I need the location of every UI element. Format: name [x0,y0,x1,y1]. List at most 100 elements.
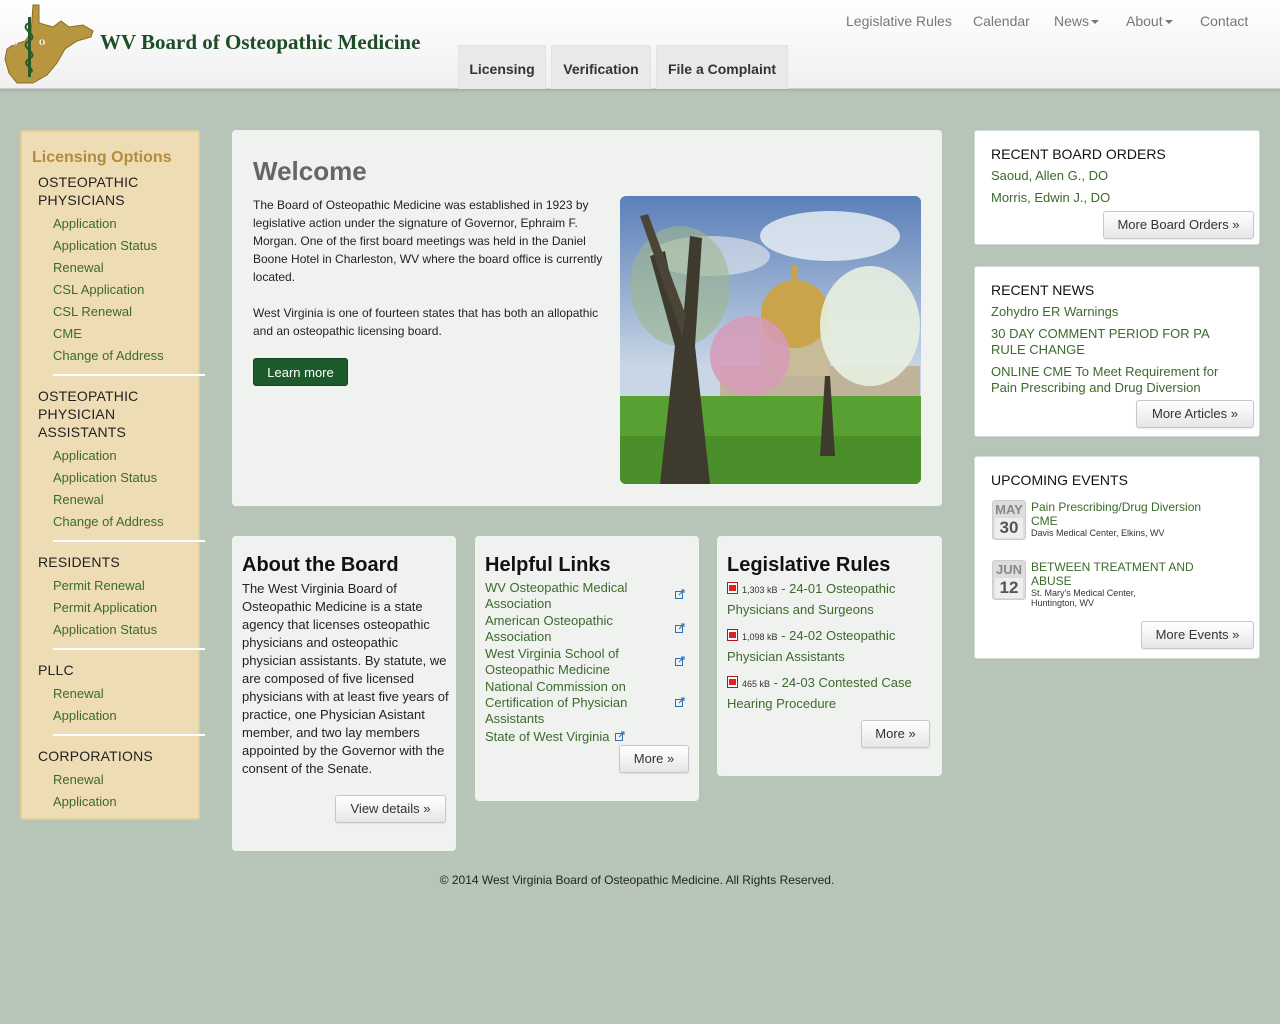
event-date-badge: MAY 30 [992,500,1026,540]
view-details-button[interactable]: View details » [335,795,446,823]
welcome-paragraph-history: The Board of Osteopathic Medicine was es… [253,198,603,284]
footer-copyright: © 2014 West Virginia Board of Osteopathi… [439,873,835,887]
sidebar-link-application-status[interactable]: Application Status [53,621,157,639]
sidebar-heading-osteopathic-physicians: OSTEOPATHIC PHYSICIANS [38,174,139,208]
link-wv-school-of-osteopathic-medicine[interactable]: West Virginia School of Osteopathic Medi… [485,646,655,678]
event-month: MAY [995,502,1023,517]
recent-news-title: RECENT NEWS [991,282,1095,298]
news-link[interactable]: ONLINE CME To Meet Requirement for Pain … [991,364,1231,396]
news-link[interactable]: 30 DAY COMMENT PERIOD FOR PA RULE CHANGE [991,326,1231,358]
tab-licensing[interactable]: Licensing [458,45,546,89]
board-order-link[interactable]: Saoud, Allen G., DO [991,168,1108,184]
event-date-badge: JUN 12 [992,560,1026,600]
sidebar-divider [53,734,205,736]
sidebar-link-renewal[interactable]: Renewal [53,259,104,277]
sidebar-link-application-status[interactable]: Application Status [53,469,157,487]
sidebar-title: Licensing Options [32,149,172,166]
pdf-icon [727,582,738,594]
welcome-panel: Welcome The Board of Osteopathic Medicin… [232,130,942,506]
pdf-icon [727,629,738,641]
event-location: Davis Medical Center, Elkins, WV [1031,528,1165,538]
board-orders-title: RECENT BOARD ORDERS [991,146,1166,162]
link-american-osteopathic-association[interactable]: American Osteopathic Association [485,613,655,645]
sidebar-link-csl-application[interactable]: CSL Application [53,281,144,299]
sidebar-divider [53,540,205,542]
sidebar-heading-physician-assistants: OSTEOPATHIC PHYSICIAN ASSISTANTS [38,388,139,440]
sidebar-link-renewal[interactable]: Renewal [53,685,104,703]
event-title-link[interactable]: Pain Prescribing/Drug Diversion CME [1031,500,1211,528]
sidebar-link-application[interactable]: Application [53,215,117,233]
upcoming-events-title: UPCOMING EVENTS [991,472,1128,488]
nav-calendar[interactable]: Calendar [973,13,1030,29]
capitol-photo [620,196,921,484]
licensing-sidebar: Licensing Options OSTEOPATHIC PHYSICIANS… [20,130,205,820]
rule-item[interactable]: 465 kB - 24-03 Contested Case Hearing Pr… [727,673,927,713]
sidebar-heading-residents: RESIDENTS [38,554,120,570]
nav-contact[interactable]: Contact [1200,13,1248,29]
learn-more-button[interactable]: Learn more [253,358,348,386]
event-title-link[interactable]: BETWEEN TREATMENT AND ABUSE [1031,560,1211,588]
upcoming-events-panel: UPCOMING EVENTS MAY 30 Pain Prescribing/… [974,456,1260,659]
board-order-link[interactable]: Morris, Edwin J., DO [991,190,1110,206]
wv-state-logo[interactable]: D O [3,3,95,85]
welcome-paragraph-boards: West Virginia is one of fourteen states … [253,306,599,338]
link-wv-osteopathic-medical-association[interactable]: WV Osteopathic Medical Association [485,580,655,612]
board-orders-panel: RECENT BOARD ORDERS Saoud, Allen G., DO … [974,130,1260,245]
external-link-icon [675,697,685,707]
logo-letter-d: D [12,38,18,47]
welcome-title: Welcome [253,156,367,186]
sidebar-link-renewal[interactable]: Renewal [53,491,104,509]
sidebar-link-application[interactable]: Application [53,793,117,811]
tab-file-complaint[interactable]: File a Complaint [656,45,788,89]
helpful-links-title: Helpful Links [485,554,611,576]
rule-file-size: 465 kB [742,679,771,689]
logo-letter-o: O [39,38,45,47]
rule-file-size: 1,098 kB [742,632,778,642]
sidebar-link-application[interactable]: Application [53,447,117,465]
sidebar-link-permit-renewal[interactable]: Permit Renewal [53,577,145,595]
legislative-rules-title: Legislative Rules [727,554,891,576]
sidebar-link-csl-renewal[interactable]: CSL Renewal [53,303,132,321]
nav-news-label: News [1054,13,1090,29]
pdf-icon [727,676,738,688]
chevron-down-icon [1091,20,1100,25]
link-nccpa[interactable]: National Commission on Certification of … [485,679,655,727]
chevron-down-icon [1164,20,1173,25]
sidebar-link-permit-application[interactable]: Permit Application [53,599,157,617]
link-state-of-west-virginia[interactable]: State of West Virginia [485,729,610,745]
nav-about-label: About [1126,13,1163,29]
sidebar-link-change-of-address[interactable]: Change of Address [53,347,164,365]
legislative-rules-more-button[interactable]: More » [861,720,930,748]
recent-news-panel: RECENT NEWS Zohydro ER Warnings 30 DAY C… [974,266,1260,437]
sidebar-link-application-status[interactable]: Application Status [53,237,157,255]
sidebar-divider [53,374,205,376]
external-link-icon [675,589,685,599]
about-panel: About the Board The West Virginia Board … [232,536,456,851]
rule-item[interactable]: 1,098 kB - 24-02 Osteopathic Physician A… [727,626,927,666]
nav-news[interactable]: News [1054,13,1100,29]
site-title[interactable]: WV Board of Osteopathic Medicine [100,30,420,55]
sidebar-link-change-of-address[interactable]: Change of Address [53,513,164,531]
sidebar-link-cme[interactable]: CME [53,325,82,343]
helpful-links-panel: Helpful Links WV Osteopathic Medical Ass… [475,536,699,801]
more-board-orders-button[interactable]: More Board Orders » [1103,211,1254,239]
nav-legislative-rules[interactable]: Legislative Rules [846,13,952,29]
external-link-icon [675,623,685,633]
legislative-rules-panel: Legislative Rules 1,303 kB - 24-01 Osteo… [717,536,942,776]
sidebar-link-renewal[interactable]: Renewal [53,771,104,789]
tab-verification[interactable]: Verification [551,45,651,89]
about-title: About the Board [242,554,399,576]
external-link-icon [675,656,685,666]
about-text: The West Virginia Board of Osteopathic M… [242,581,449,776]
nav-about[interactable]: About [1126,13,1173,29]
event-day: 30 [995,518,1023,538]
sidebar-divider [53,648,205,650]
helpful-links-more-button[interactable]: More » [619,745,689,773]
rule-item[interactable]: 1,303 kB - 24-01 Osteopathic Physicians … [727,579,927,619]
sidebar-heading-pllc: PLLC [38,662,74,678]
news-link[interactable]: Zohydro ER Warnings [991,304,1231,320]
sidebar-link-application[interactable]: Application [53,707,117,725]
event-location: St. Mary's Medical Center, Huntington, W… [1031,588,1136,608]
more-articles-button[interactable]: More Articles » [1136,400,1254,428]
more-events-button[interactable]: More Events » [1141,621,1254,649]
